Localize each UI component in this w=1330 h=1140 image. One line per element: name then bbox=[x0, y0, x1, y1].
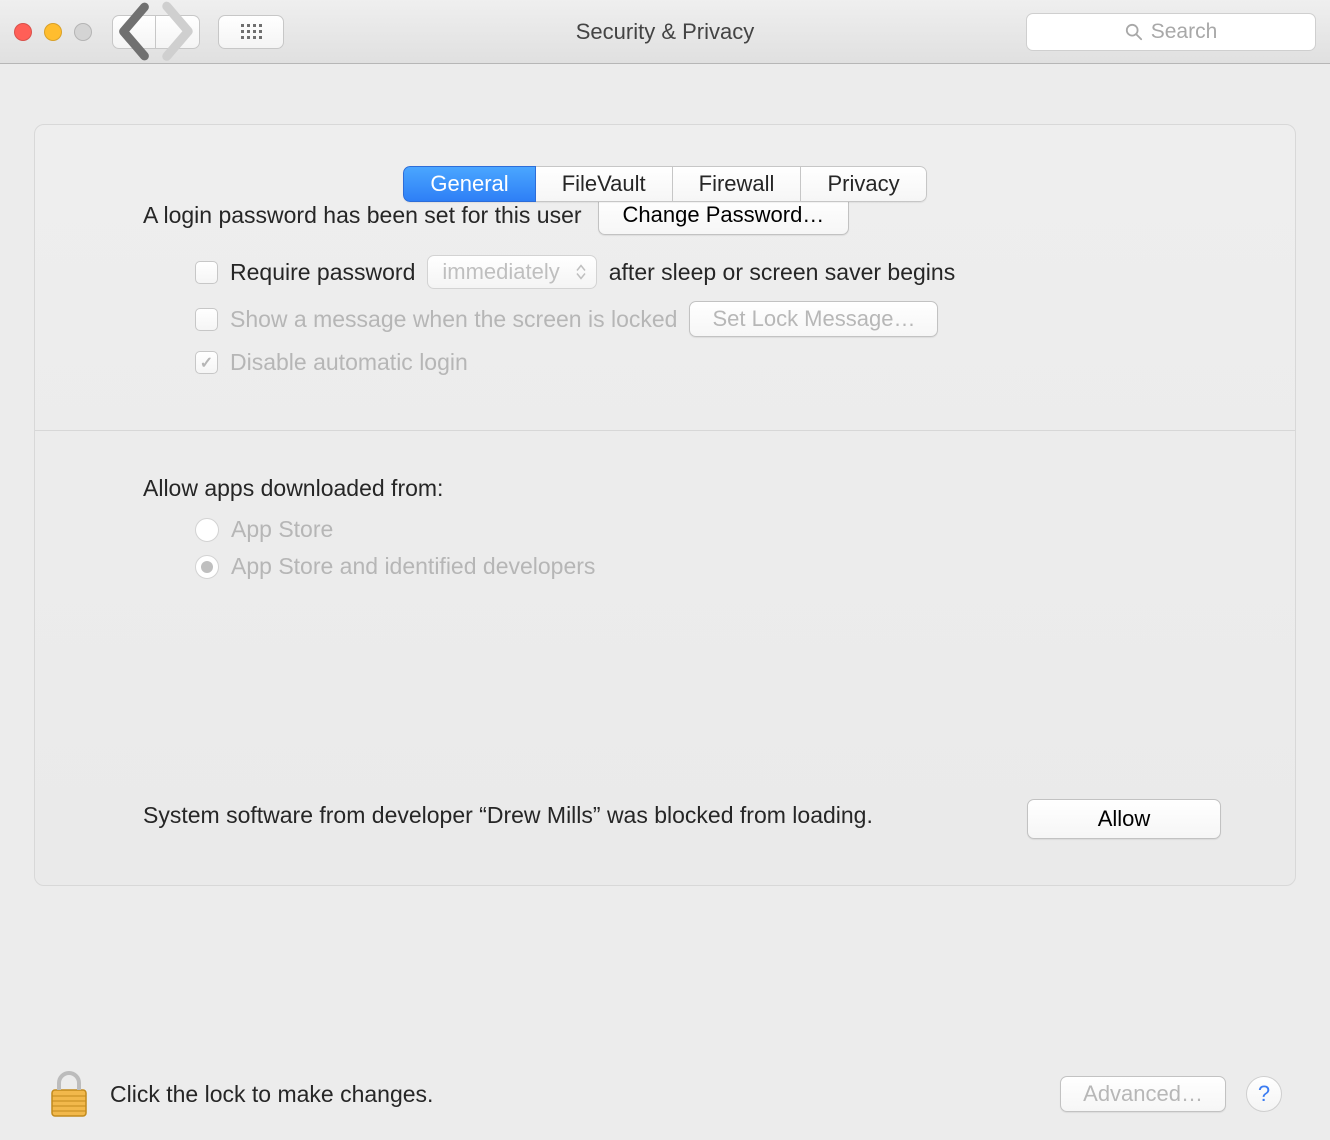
show-all-button[interactable] bbox=[218, 15, 284, 49]
tab-general[interactable]: General bbox=[403, 166, 535, 202]
zoom-window-button bbox=[74, 23, 92, 41]
allow-button[interactable]: Allow bbox=[1027, 799, 1221, 839]
tab-filevault[interactable]: FileVault bbox=[536, 166, 673, 202]
allow-apps-title: Allow apps downloaded from: bbox=[143, 475, 1221, 502]
lock-hint-text: Click the lock to make changes. bbox=[110, 1081, 1040, 1108]
nav-buttons bbox=[112, 15, 200, 49]
radio-app-store-identified-label: App Store and identified developers bbox=[231, 553, 595, 580]
close-window-button[interactable] bbox=[14, 23, 32, 41]
titlebar: Security & Privacy Search bbox=[0, 0, 1330, 64]
help-button[interactable]: ? bbox=[1246, 1076, 1282, 1112]
stepper-icon bbox=[576, 265, 586, 280]
require-password-delay-value: immediately bbox=[442, 259, 559, 284]
blocked-software-message: System software from developer “Drew Mil… bbox=[143, 799, 987, 831]
radio-app-store-identified bbox=[195, 555, 219, 579]
disable-auto-login-checkbox bbox=[195, 351, 218, 374]
radio-app-store bbox=[195, 518, 219, 542]
chevron-left-icon bbox=[113, 0, 155, 63]
search-icon bbox=[1125, 23, 1143, 41]
advanced-button: Advanced… bbox=[1060, 1076, 1226, 1112]
show-lock-message-checkbox bbox=[195, 308, 218, 331]
window-controls bbox=[14, 23, 92, 41]
lock-icon[interactable] bbox=[48, 1070, 90, 1118]
require-password-checkbox[interactable] bbox=[195, 261, 218, 284]
login-password-set-label: A login password has been set for this u… bbox=[143, 202, 582, 229]
search-placeholder: Search bbox=[1151, 20, 1218, 44]
show-lock-message-label: Show a message when the screen is locked bbox=[230, 306, 677, 333]
require-password-label: Require password bbox=[230, 259, 415, 286]
forward-button bbox=[156, 15, 200, 49]
require-password-delay-select: immediately bbox=[427, 255, 596, 289]
tab-firewall[interactable]: Firewall bbox=[673, 166, 802, 202]
chevron-right-icon bbox=[156, 0, 199, 64]
after-sleep-label: after sleep or screen saver begins bbox=[609, 259, 955, 286]
general-panel: A login password has been set for this u… bbox=[34, 124, 1296, 886]
set-lock-message-button: Set Lock Message… bbox=[689, 301, 938, 337]
radio-app-store-label: App Store bbox=[231, 516, 333, 543]
footer: Click the lock to make changes. Advanced… bbox=[0, 1070, 1330, 1118]
back-button[interactable] bbox=[112, 15, 156, 49]
divider bbox=[35, 430, 1295, 431]
grid-icon bbox=[240, 23, 262, 41]
minimize-window-button[interactable] bbox=[44, 23, 62, 41]
search-field[interactable]: Search bbox=[1026, 13, 1316, 51]
tab-bar: General FileVault Firewall Privacy bbox=[0, 166, 1330, 202]
disable-auto-login-label: Disable automatic login bbox=[230, 349, 468, 376]
tab-privacy[interactable]: Privacy bbox=[801, 166, 926, 202]
